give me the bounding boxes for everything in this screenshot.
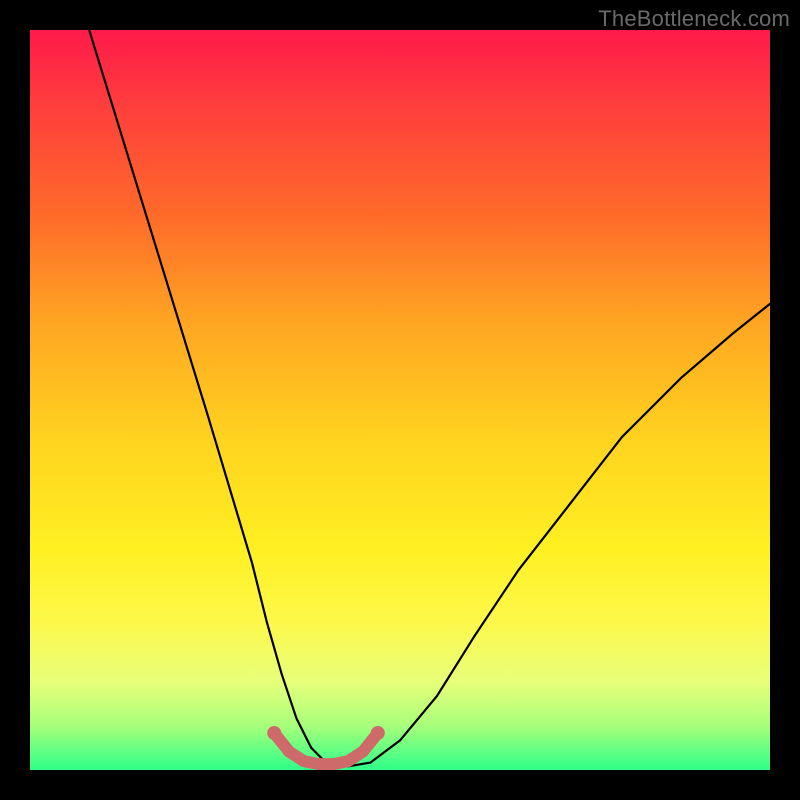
highlight-end-left [267,726,281,740]
chart-frame: TheBottleneck.com [0,0,800,800]
curve-layer [30,30,770,770]
bottleneck-curve [89,30,770,766]
floor-highlight [274,733,378,764]
highlight-end-right [371,726,385,740]
watermark-text: TheBottleneck.com [598,6,790,32]
plot-area [30,30,770,770]
